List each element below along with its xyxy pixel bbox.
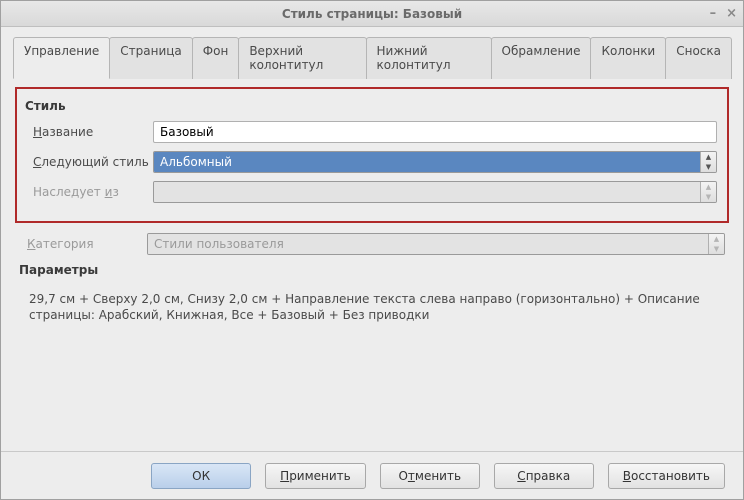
- next-style-combo[interactable]: Альбомный ▲ ▼: [153, 151, 717, 173]
- tab-page[interactable]: Страница: [109, 37, 193, 79]
- tab-organizer[interactable]: Управление: [13, 37, 110, 79]
- chevron-down-icon[interactable]: ▼: [701, 162, 716, 172]
- tab-header[interactable]: Верхний колонтитул: [238, 37, 366, 79]
- name-label: Название: [25, 125, 153, 139]
- style-group-highlight: Стиль Название Следующий стиль Альбомный…: [15, 87, 729, 223]
- tab-footer[interactable]: Нижний колонтитул: [366, 37, 492, 79]
- row-name: Название: [25, 121, 717, 143]
- next-style-field-wrap: Альбомный ▲ ▼: [153, 151, 717, 173]
- next-style-spinner[interactable]: ▲ ▼: [700, 152, 716, 172]
- chevron-down-icon: ▼: [709, 244, 724, 254]
- window-buttons: – ×: [710, 1, 737, 26]
- row-inherit: Наследует из ▲ ▼: [25, 181, 717, 203]
- dialog-button-row: ОК Применить Отменить Справка Восстанови…: [1, 451, 743, 499]
- tab-borders[interactable]: Обрамление: [491, 37, 592, 79]
- category-spinner: ▲ ▼: [708, 234, 724, 254]
- category-combo: Стили пользователя ▲ ▼: [147, 233, 725, 255]
- window-title: Стиль страницы: Базовый: [1, 7, 743, 21]
- category-field-wrap: Стили пользователя ▲ ▼: [147, 233, 725, 255]
- ok-button[interactable]: ОК: [151, 463, 251, 489]
- inherit-combo: ▲ ▼: [153, 181, 717, 203]
- tab-footnote[interactable]: Сноска: [665, 37, 732, 79]
- inherit-spinner: ▲ ▼: [700, 182, 716, 202]
- help-button[interactable]: Справка: [494, 463, 594, 489]
- inherit-label: Наследует из: [25, 185, 153, 199]
- reset-button[interactable]: Восстановить: [608, 463, 725, 489]
- category-value: Стили пользователя: [148, 234, 708, 254]
- tab-bar: Управление Страница Фон Верхний колонтит…: [13, 36, 731, 79]
- inherit-value: [154, 182, 700, 202]
- cancel-button[interactable]: Отменить: [380, 463, 480, 489]
- params-text: 29,7 см + Сверху 2,0 см, Снизу 2,0 см + …: [19, 285, 725, 323]
- next-style-label: Следующий стиль: [25, 155, 153, 169]
- minimize-icon[interactable]: –: [710, 6, 717, 21]
- style-section-header: Стиль: [25, 99, 717, 113]
- close-icon[interactable]: ×: [726, 6, 737, 21]
- inherit-field-wrap: ▲ ▼: [153, 181, 717, 203]
- content-area: Управление Страница Фон Верхний колонтит…: [1, 27, 743, 451]
- tab-background[interactable]: Фон: [192, 37, 240, 79]
- dialog-window: Стиль страницы: Базовый – × Управление С…: [0, 0, 744, 500]
- chevron-up-icon: ▲: [701, 182, 716, 192]
- tab-page-organizer: Стиль Название Следующий стиль Альбомный…: [13, 79, 731, 445]
- params-header: Параметры: [19, 263, 725, 277]
- name-field-wrap: [153, 121, 717, 143]
- name-label-text: Н: [33, 125, 42, 139]
- params-section: Параметры 29,7 см + Сверху 2,0 см, Снизу…: [19, 263, 725, 323]
- row-next-style: Следующий стиль Альбомный ▲ ▼: [25, 151, 717, 173]
- category-label: Категория: [19, 237, 147, 251]
- next-style-value: Альбомный: [154, 152, 700, 172]
- titlebar: Стиль страницы: Базовый – ×: [1, 1, 743, 27]
- tab-columns[interactable]: Колонки: [590, 37, 666, 79]
- apply-button[interactable]: Применить: [265, 463, 366, 489]
- name-input[interactable]: [153, 121, 717, 143]
- chevron-up-icon: ▲: [709, 234, 724, 244]
- chevron-down-icon: ▼: [701, 192, 716, 202]
- row-category: Категория Стили пользователя ▲ ▼: [19, 233, 725, 255]
- chevron-up-icon[interactable]: ▲: [701, 152, 716, 162]
